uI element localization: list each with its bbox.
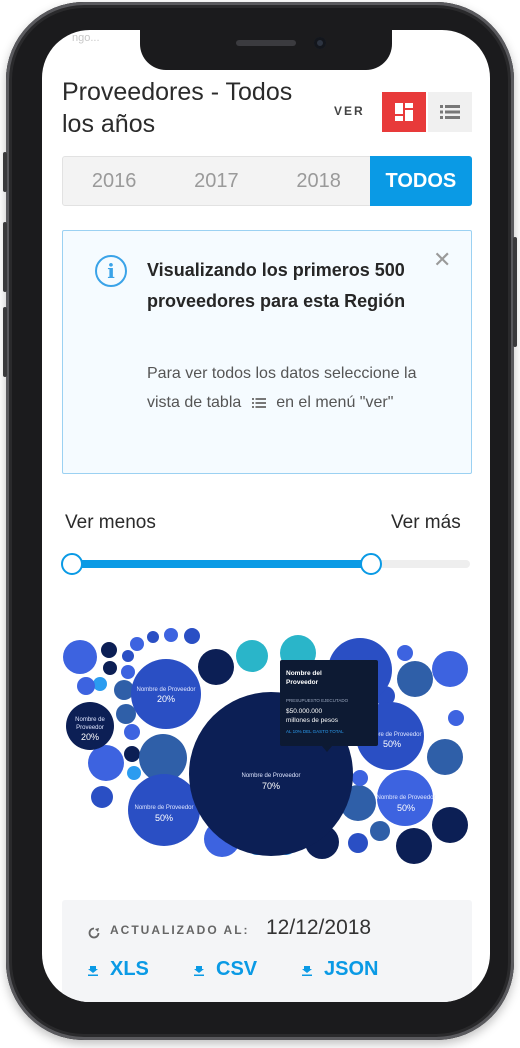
phone-frame: ngo... Proveedores - Todos los años VER bbox=[3, 2, 517, 1040]
bubble-right-mid-pct: 50% bbox=[383, 739, 401, 749]
download-xls-button[interactable]: XLS bbox=[88, 958, 149, 981]
bubble-left-dark-label-2: Proveedor bbox=[76, 725, 104, 731]
bubble[interactable] bbox=[432, 807, 468, 843]
bubble[interactable] bbox=[432, 651, 468, 687]
bubble[interactable] bbox=[77, 677, 95, 695]
bubble-right-bottom-label: Nombre de Proveedor bbox=[376, 795, 435, 801]
ver-mas-label[interactable]: Ver más bbox=[391, 512, 461, 534]
info-body: Para ver todos los datos seleccione la v… bbox=[147, 359, 447, 417]
bubble[interactable] bbox=[91, 786, 113, 808]
table-view-icon bbox=[440, 105, 460, 119]
bubble[interactable] bbox=[370, 821, 390, 841]
info-body-text-2: en el menú "ver" bbox=[276, 394, 394, 411]
volume-up-button bbox=[3, 222, 7, 292]
mute-switch bbox=[3, 152, 7, 192]
slider-fill bbox=[72, 560, 371, 568]
bubble-left-bottom-label: Nombre de Proveedor bbox=[134, 805, 193, 811]
bubble[interactable] bbox=[103, 661, 117, 675]
power-button bbox=[513, 237, 517, 347]
download-icon bbox=[88, 965, 98, 976]
table-icon bbox=[251, 397, 266, 408]
footer-panel: ACTUALIZADO AL: 12/12/2018 XLS CSV JSON bbox=[62, 900, 472, 1002]
bubble[interactable] bbox=[397, 661, 433, 697]
grid-view-button[interactable] bbox=[382, 92, 426, 132]
bubble[interactable] bbox=[147, 631, 159, 643]
bubble[interactable] bbox=[427, 739, 463, 775]
slider-handle-min[interactable] bbox=[61, 553, 83, 575]
bubble-left-top-pct: 20% bbox=[157, 694, 175, 704]
download-json-label: JSON bbox=[324, 958, 379, 980]
bubble[interactable] bbox=[114, 680, 134, 700]
tooltip-title-2: Proveedor bbox=[286, 679, 319, 686]
bubble[interactable] bbox=[352, 770, 368, 786]
updated-label: ACTUALIZADO AL: bbox=[110, 923, 250, 937]
status-text: ngo... bbox=[72, 32, 100, 44]
bubble-left-bottom-pct: 50% bbox=[155, 813, 173, 823]
tab-2016[interactable]: 2016 bbox=[63, 157, 165, 205]
bubble[interactable] bbox=[184, 628, 200, 644]
range-slider[interactable] bbox=[61, 553, 470, 575]
bubble-tooltip: Nombre del Proveedor PRESUPUESTO EJECUTA… bbox=[280, 660, 378, 752]
year-selector: 2016 2017 2018 TODOS bbox=[62, 156, 472, 206]
bubble[interactable] bbox=[121, 665, 135, 679]
page-title: Proveedores - Todos los años bbox=[62, 78, 293, 138]
view-label: VER bbox=[334, 104, 365, 118]
updated-date: 12/12/2018 bbox=[266, 916, 372, 939]
volume-down-button bbox=[3, 307, 7, 377]
tooltip-amount-2: millones de pesos bbox=[286, 717, 339, 724]
camera-icon bbox=[314, 37, 326, 49]
download-icon bbox=[302, 965, 312, 976]
bubble[interactable] bbox=[127, 766, 141, 780]
speaker bbox=[236, 40, 296, 46]
bubble[interactable] bbox=[397, 645, 413, 661]
bubble[interactable] bbox=[124, 724, 140, 740]
bubble[interactable] bbox=[396, 828, 432, 864]
bubble-left-top-label: Nombre de Proveedor bbox=[136, 687, 195, 693]
notch bbox=[140, 30, 392, 70]
grid-view-icon bbox=[395, 103, 413, 121]
tooltip-budget-label: PRESUPUESTO EJECUTADO bbox=[286, 698, 349, 703]
info-title: Visualizando los primeros 500 proveedore… bbox=[147, 260, 406, 311]
download-icon bbox=[194, 965, 204, 976]
bubble[interactable] bbox=[124, 746, 140, 762]
download-csv-button[interactable]: CSV bbox=[194, 958, 257, 981]
info-alert: i ✕ Visualizando los primeros 500 provee… bbox=[62, 230, 472, 474]
tab-2018[interactable]: 2018 bbox=[268, 157, 370, 205]
bubble[interactable] bbox=[348, 833, 368, 853]
refresh-icon bbox=[88, 927, 100, 939]
download-csv-label: CSV bbox=[216, 958, 258, 980]
ver-menos-label[interactable]: Ver menos bbox=[65, 512, 156, 534]
bubble-chart: Nombre de Proveedor 20% Nombre de Provee… bbox=[63, 628, 468, 864]
bubble[interactable] bbox=[130, 637, 144, 651]
tooltip-share: AL 10% DEL GASTO TOTAL bbox=[286, 729, 344, 734]
bubble[interactable] bbox=[448, 710, 464, 726]
tooltip-title-1: Nombre del bbox=[286, 670, 322, 677]
tooltip-amount-1: $50.000.000 bbox=[286, 708, 323, 715]
bubble-big-pct: 70% bbox=[262, 781, 280, 791]
bubble[interactable] bbox=[164, 628, 178, 642]
download-json-button[interactable]: JSON bbox=[302, 958, 378, 981]
bubble[interactable] bbox=[88, 745, 124, 781]
slider-handle-max[interactable] bbox=[359, 553, 382, 575]
screen: ngo... Proveedores - Todos los años VER bbox=[42, 30, 490, 1002]
bubble[interactable] bbox=[122, 650, 134, 662]
bubble[interactable] bbox=[63, 640, 97, 674]
bubble[interactable] bbox=[116, 704, 136, 724]
bubble-left-dark-pct: 20% bbox=[81, 732, 99, 742]
bubble-left-dark-label-1: Nombre de bbox=[75, 717, 105, 723]
download-xls-label: XLS bbox=[110, 958, 149, 980]
bubble[interactable] bbox=[236, 640, 268, 672]
bubble[interactable] bbox=[93, 677, 107, 691]
bubble-right-bottom-pct: 50% bbox=[397, 803, 415, 813]
table-view-button[interactable] bbox=[428, 92, 472, 132]
tab-2017[interactable]: 2017 bbox=[165, 157, 267, 205]
bubble[interactable] bbox=[101, 642, 117, 658]
bubble-big-label: Nombre de Proveedor bbox=[241, 773, 300, 779]
tab-todos[interactable]: TODOS bbox=[369, 156, 472, 206]
bubble[interactable] bbox=[198, 649, 234, 685]
info-icon: i bbox=[95, 255, 127, 287]
